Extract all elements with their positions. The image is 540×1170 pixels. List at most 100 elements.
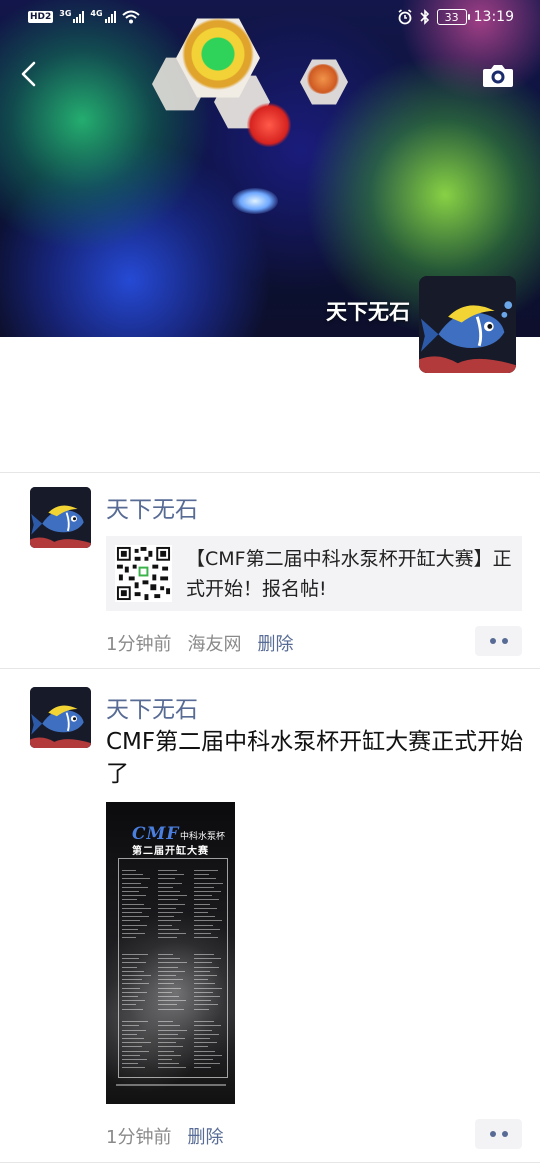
red-coral bbox=[247, 103, 291, 147]
poster-text-line bbox=[194, 882, 223, 884]
wifi-icon bbox=[121, 10, 140, 24]
poster-text-line bbox=[122, 1008, 143, 1010]
hd-badge: HD2 bbox=[28, 11, 54, 23]
poster-text-line bbox=[158, 878, 175, 880]
poster-text-line bbox=[122, 899, 137, 901]
delete-button[interactable]: 删除 bbox=[257, 630, 293, 656]
poster-text-line bbox=[194, 979, 208, 981]
poster-text-line bbox=[158, 895, 187, 897]
poster-text-line bbox=[194, 1029, 212, 1031]
poster-text-line bbox=[158, 966, 178, 968]
poster-text-line bbox=[158, 1029, 187, 1031]
profile-avatar[interactable] bbox=[419, 276, 516, 373]
poster-text-line bbox=[122, 1059, 147, 1060]
poster-footer-line bbox=[116, 1084, 226, 1086]
qr-code-thumbnail bbox=[115, 545, 172, 602]
poster-text-line bbox=[194, 966, 219, 968]
poster-text-line bbox=[194, 1033, 219, 1035]
more-actions-button[interactable] bbox=[475, 1119, 522, 1149]
poster-text-line bbox=[122, 987, 140, 989]
poster-text-line bbox=[194, 970, 210, 972]
poster-text-line bbox=[194, 1008, 209, 1010]
post-author-name[interactable]: 天下无石 bbox=[106, 490, 198, 524]
poster-text-line bbox=[194, 1038, 210, 1039]
poster-text-line bbox=[122, 878, 150, 880]
poster-text-line bbox=[122, 958, 139, 960]
poster-text-line bbox=[194, 1054, 222, 1056]
delete-button[interactable]: 删除 bbox=[187, 1123, 223, 1149]
poster-text-line bbox=[158, 1025, 180, 1027]
poster-text-line bbox=[194, 916, 215, 918]
poster-subtitle: 中科水泵杯 bbox=[180, 832, 226, 842]
shared-link-card[interactable]: 【CMF第二届中科水泵杯开缸大赛】正式开始！报名帖! bbox=[106, 536, 522, 611]
poster-text-line bbox=[158, 954, 173, 955]
poster-text-line bbox=[194, 878, 216, 880]
post-source-link[interactable]: 海友网 bbox=[187, 630, 241, 656]
poster-text-line bbox=[194, 886, 214, 888]
poster-text-line bbox=[158, 1054, 181, 1056]
poster-text-line bbox=[122, 1046, 142, 1048]
poster-text-line bbox=[122, 874, 143, 876]
poster-text-line bbox=[158, 1000, 186, 1002]
feed-divider bbox=[0, 472, 540, 473]
more-dots-icon bbox=[501, 638, 508, 644]
poster-text-line bbox=[158, 924, 172, 926]
light-glow bbox=[232, 188, 278, 214]
poster-text-line bbox=[194, 996, 220, 997]
poster-text-lines bbox=[122, 864, 224, 1074]
poster-text-line bbox=[194, 1042, 217, 1044]
poster-text-line bbox=[122, 882, 141, 884]
poster-text-line bbox=[122, 870, 136, 871]
poster-text-line bbox=[122, 1000, 145, 1002]
poster-text-line bbox=[158, 1050, 174, 1052]
poster-text-line bbox=[122, 1033, 137, 1035]
bluetooth-icon bbox=[420, 9, 429, 25]
poster-text-line bbox=[122, 1063, 138, 1065]
poster-text-line bbox=[194, 912, 208, 913]
post-avatar[interactable] bbox=[30, 687, 91, 748]
poster-text-line bbox=[194, 1046, 208, 1048]
poster-text-line bbox=[194, 1000, 211, 1002]
poster-text-line bbox=[158, 1046, 183, 1048]
poster-text-line bbox=[122, 1025, 139, 1027]
poster-text-line bbox=[158, 891, 180, 892]
poster-text-line bbox=[122, 891, 139, 892]
poster-text-line bbox=[158, 874, 184, 876]
poster-text-line bbox=[158, 1004, 177, 1006]
poster-text-line bbox=[194, 928, 220, 930]
poster-text-line bbox=[194, 924, 213, 926]
sim2-network-label: 4G bbox=[90, 9, 103, 18]
camera-icon[interactable] bbox=[482, 62, 514, 88]
orange-coral bbox=[306, 64, 340, 94]
poster-text-line bbox=[122, 1042, 151, 1044]
profile-name[interactable]: 天下无石 bbox=[300, 296, 410, 326]
feed-divider bbox=[0, 1162, 540, 1163]
poster-text-line bbox=[194, 903, 210, 905]
poster-text-line bbox=[194, 962, 212, 964]
back-chevron-icon[interactable] bbox=[14, 58, 46, 90]
poster-text-line bbox=[158, 882, 182, 884]
more-dots-icon bbox=[489, 638, 496, 644]
hd-badge-num: 2 bbox=[45, 12, 52, 22]
status-left: HD2 3G 4G bbox=[28, 9, 140, 24]
post-meta: 1分钟前 删除 bbox=[106, 1123, 223, 1149]
poster-text-line bbox=[194, 983, 215, 985]
poster-text-line bbox=[122, 1029, 146, 1031]
more-actions-button[interactable] bbox=[475, 626, 522, 656]
post-author-name[interactable]: 天下无石 bbox=[106, 690, 198, 724]
poster-text-line bbox=[194, 1059, 213, 1060]
poster-text-line bbox=[122, 970, 144, 972]
clock-time: 13:19 bbox=[473, 9, 514, 25]
poster-text-line bbox=[194, 937, 218, 939]
poster-text-line bbox=[122, 991, 147, 993]
poster-title: 第二届开缸大赛 bbox=[132, 846, 209, 857]
poster-text-line bbox=[158, 1008, 184, 1010]
post-time: 1分钟前 bbox=[106, 634, 172, 655]
poster-text-line bbox=[122, 1004, 136, 1006]
post-avatar[interactable] bbox=[30, 487, 91, 548]
poster-text-line bbox=[122, 1054, 140, 1056]
poster-text-line bbox=[194, 895, 212, 897]
poster-text-line bbox=[122, 903, 144, 905]
feed-divider bbox=[0, 668, 540, 669]
post-image-poster[interactable]: CMF 中科水泵杯 第二届开缸大赛 bbox=[106, 802, 235, 1104]
